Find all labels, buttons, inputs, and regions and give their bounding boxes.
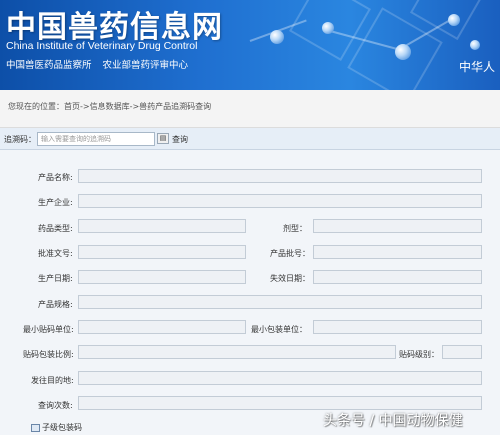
- search-icon[interactable]: ▤: [157, 133, 169, 144]
- batch-no-field: [313, 245, 482, 259]
- query-count-label: 查询次数:: [38, 401, 73, 410]
- min-code-unit-label: 最小贴码单位:: [23, 325, 74, 334]
- product-name-label: 产品名称:: [38, 173, 73, 182]
- search-button[interactable]: 查询: [172, 134, 188, 145]
- watermark: 头条号 / 中国动物保健: [323, 413, 463, 429]
- header-banner: 中国兽药信息网 China Institute of Veterinary Dr…: [0, 0, 500, 90]
- result-form: [0, 150, 500, 435]
- breadcrumb: 您现在的位置：首页->信息数据库->兽药产品追溯码查询: [0, 90, 500, 128]
- destination-label: 发往目的地:: [31, 376, 74, 385]
- expiry-date-label: 失效日期：: [270, 274, 310, 283]
- expiry-date-field: [313, 270, 482, 284]
- code-pack-ratio-label: 贴码包装比例:: [23, 350, 74, 359]
- molecule-atom: [322, 22, 334, 34]
- molecule-atom: [395, 44, 411, 60]
- search-bar: 追溯码： ▤ 查询: [0, 128, 500, 150]
- min-pack-unit-label: 最小包装单位：: [251, 325, 307, 334]
- site-title-english: China Institute of Veterinary Drug Contr…: [6, 40, 198, 52]
- molecule-atom: [448, 14, 460, 26]
- manufacturer-label: 生产企业:: [38, 198, 73, 207]
- batch-no-label: 产品批号：: [270, 249, 310, 258]
- manufacturer-field: [78, 194, 482, 208]
- min-pack-unit-field: [313, 320, 482, 334]
- code-pack-ratio-field: [78, 345, 396, 359]
- approval-no-field: [78, 245, 246, 259]
- tree-folder-icon: [31, 423, 40, 432]
- production-date-field: [78, 270, 246, 284]
- query-count-field: [78, 396, 482, 410]
- destination-field: [78, 371, 482, 385]
- code-level-label: 贴码级别：: [399, 350, 439, 359]
- min-code-unit-field: [78, 320, 246, 334]
- production-date-label: 生产日期:: [38, 274, 73, 283]
- code-level-field: [442, 345, 482, 359]
- sub-code-toggle[interactable]: 子级包装码: [31, 422, 82, 433]
- molecule-atom: [270, 30, 284, 44]
- dosage-form-label: 剂型：: [283, 224, 307, 233]
- search-label: 追溯码：: [4, 135, 36, 144]
- specification-field: [78, 295, 482, 309]
- specification-label: 产品规格:: [38, 300, 73, 309]
- drug-type-field: [78, 219, 246, 233]
- drug-type-label: 药品类型:: [38, 224, 73, 233]
- site-right-text: 中华人: [459, 60, 496, 74]
- trace-code-input[interactable]: [37, 132, 155, 146]
- sub-code-label: 子级包装码: [42, 423, 82, 432]
- dosage-form-field: [313, 219, 482, 233]
- approval-no-label: 批准文号:: [38, 249, 73, 258]
- molecule-atom: [470, 40, 480, 50]
- breadcrumb-text: 您现在的位置：首页->信息数据库->兽药产品追溯码查询: [8, 102, 212, 111]
- product-name-field: [78, 169, 482, 183]
- site-organization: 中国兽医药品监察所 农业部兽药评审中心: [6, 60, 189, 71]
